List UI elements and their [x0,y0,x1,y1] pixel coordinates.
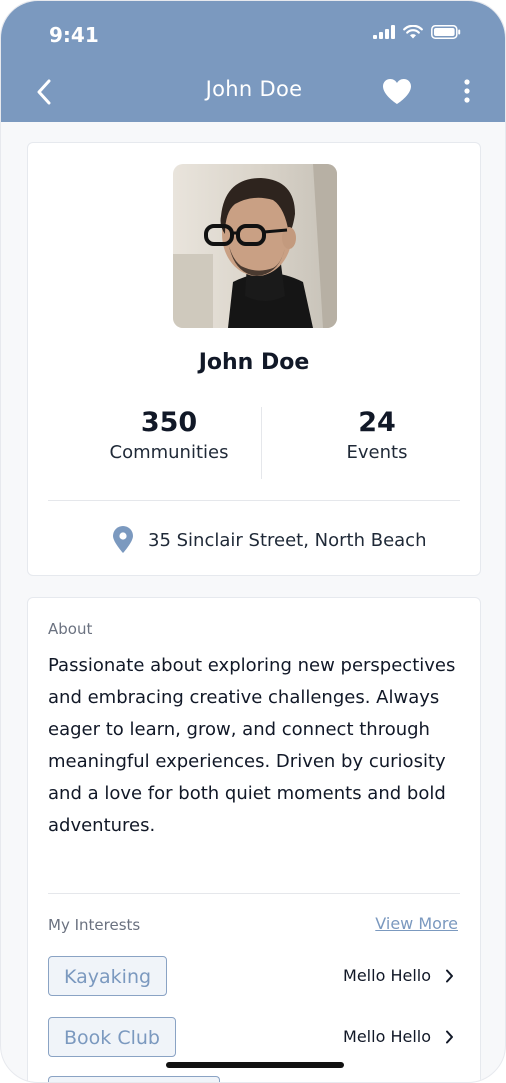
more-options-button[interactable] [457,75,477,107]
stat-divider [261,407,262,479]
profile-stats: 350 Communities 24 Events [48,407,460,479]
about-text: Passionate about exploring new perspecti… [48,655,456,836]
interest-row[interactable]: Kayaking Mello Hello [48,956,460,1000]
profile-name: John Doe [198,350,310,375]
wifi-icon [403,25,423,39]
interest-chip[interactable]: Kayaking [48,956,168,996]
profile-photo-image [173,164,337,328]
profile-card: John Doe 350 Communities 24 Events 35 Si… [27,142,481,576]
page-title: John Doe [205,77,303,101]
battery-icon [431,25,461,39]
status-icons [373,25,461,39]
divider [48,500,460,501]
phone-screen: 9:41 John Doe John Doe 350 Communities 2… [0,0,506,1083]
stat-value: 24 [358,407,396,438]
heart-icon [383,78,411,104]
stat-communities[interactable]: 350 Communities [69,407,269,463]
about-label: About [48,620,93,638]
stat-value: 350 [140,407,198,438]
stat-events[interactable]: 24 Events [277,407,477,463]
chevron-right-icon [446,969,453,982]
chevron-right-icon [446,1030,453,1043]
interests-label: My Interests [48,916,141,934]
view-more-link[interactable]: View More [375,914,458,933]
more-vertical-icon [464,79,470,103]
navigation-bar: John Doe [1,71,505,115]
address-text: 35 Sinclair Street, North Beach [148,529,427,551]
interest-row-action[interactable]: Mello Hello [343,966,454,985]
interest-row-text: Mello Hello [343,1027,431,1046]
interest-chip-partial [48,1076,220,1082]
profile-photo [173,164,337,328]
interest-chip[interactable]: Book Club [48,1017,176,1057]
favorite-button[interactable] [381,75,413,107]
stat-label: Communities [109,442,229,463]
stat-label: Events [346,442,408,463]
status-time: 9:41 [49,23,99,47]
interest-row[interactable]: Book Club Mello Hello [48,1017,460,1061]
location-pin-icon [113,526,133,553]
interest-row-action[interactable]: Mello Hello [343,1027,454,1046]
home-indicator [166,1062,344,1068]
about-card: About Passionate about exploring new per… [27,597,481,1082]
signal-icon [373,25,395,39]
address-row: 35 Sinclair Street, North Beach [112,526,426,554]
header-bar: 9:41 John Doe [1,1,505,122]
interest-row-text: Mello Hello [343,966,431,985]
divider [48,893,460,894]
